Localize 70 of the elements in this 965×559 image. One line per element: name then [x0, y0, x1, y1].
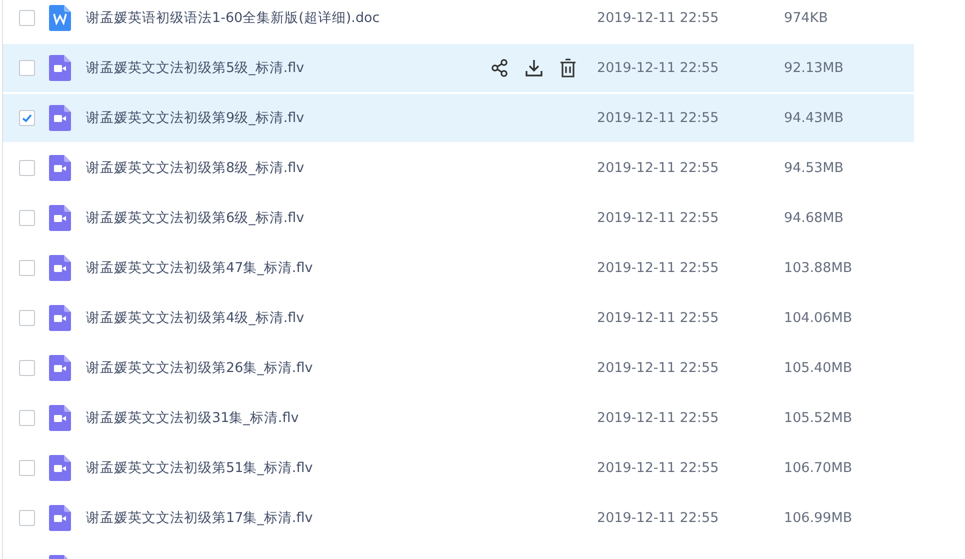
file-name[interactable]: 谢孟媛英文文法初级第51集_标清.flv	[86, 459, 490, 477]
download-icon[interactable]	[524, 58, 544, 78]
file-size: 106.70MB	[784, 460, 852, 476]
modified-date: 2019-12-11 22:55	[597, 160, 720, 176]
video-file-icon	[49, 155, 71, 181]
file-size: 106.99MB	[784, 510, 852, 526]
file-row[interactable]: 谢孟媛英文文法初级第8级_标清.flv 2019-12-11 22:55 94.53MB	[3, 144, 914, 192]
checkbox[interactable]	[19, 160, 35, 176]
video-file-icon	[49, 55, 71, 81]
file-row[interactable]: 谢孟媛英语初级语法1-60全集新版(超详细).doc 2019-12-11 22:55 974KB	[3, 0, 914, 42]
file-row[interactable]: 谢孟媛英文文法初级31集_标清.flv 2019-12-11 22:55 105.52MB	[3, 394, 914, 442]
checkbox[interactable]	[19, 60, 35, 76]
file-row[interactable]: 谢孟媛英文文法初级第4级_标清.flv 2019-12-11 22:55 104.06MB	[3, 294, 914, 342]
modified-date: 2019-12-11 22:55	[597, 360, 720, 376]
file-size: 94.68MB	[784, 210, 844, 226]
file-size: 103.88MB	[784, 260, 852, 276]
file-size: 105.52MB	[784, 410, 852, 426]
share-icon[interactable]	[490, 58, 510, 78]
modified-date: 2019-12-11 22:55	[597, 310, 720, 326]
file-name[interactable]: 谢孟媛英文文法初级第26集_标清.flv	[86, 359, 490, 377]
file-name[interactable]: 谢孟媛英文文法初级第4级_标清.flv	[86, 309, 490, 327]
file-size: 92.13MB	[784, 60, 844, 76]
checkbox[interactable]	[19, 10, 35, 26]
modified-date: 2019-12-11 22:55	[597, 210, 720, 226]
file-row[interactable]: 谢孟媛英文文法初级第9级_标清.flv 2019-12-11 22:55 94.43MB	[3, 94, 914, 142]
video-file-icon	[49, 105, 71, 131]
file-size: 105.40MB	[784, 360, 852, 376]
file-name[interactable]: 谢孟媛英文文法初级31集_标清.flv	[86, 409, 490, 427]
modified-date: 2019-12-11 22:55	[597, 110, 720, 126]
modified-date: 2019-12-11 22:55	[597, 510, 720, 526]
video-file-icon	[49, 455, 71, 481]
file-row[interactable]: 谢孟媛英文文法初级第47集_标清.flv 2019-12-11 22:55 103.88MB	[3, 244, 914, 292]
file-name[interactable]: 谢孟媛英文文法初级第6级_标清.flv	[86, 209, 490, 227]
file-row[interactable]: 谢孟媛英文文法初级第17集_标清.flv 2019-12-11 22:55 106.99MB	[3, 494, 914, 542]
modified-date: 2019-12-11 22:55	[597, 10, 720, 26]
video-file-icon	[49, 305, 71, 331]
file-row[interactable]: 谢孟媛英文文法初级第51集_标清.flv 2019-12-11 22:55 106.70MB	[3, 444, 914, 492]
file-size: 94.43MB	[784, 110, 844, 126]
checkbox[interactable]	[19, 410, 35, 426]
modified-date: 2019-12-11 22:55	[597, 460, 720, 476]
file-name[interactable]: 谢孟媛英文文法初级第5级_标清.flv	[86, 59, 490, 77]
video-file-icon	[49, 405, 71, 431]
modified-date: 2019-12-11 22:55	[597, 60, 720, 76]
checkbox[interactable]	[19, 460, 35, 476]
video-file-icon	[49, 505, 71, 531]
checkbox[interactable]	[19, 510, 35, 526]
video-file-icon	[49, 255, 71, 281]
file-row[interactable]: 谢孟媛英文文法初级第6级_标清.flv 2019-12-11 22:55 94.68MB	[3, 194, 914, 242]
modified-date: 2019-12-11 22:55	[597, 260, 720, 276]
checkbox[interactable]	[19, 210, 35, 226]
document-icon	[49, 5, 71, 31]
checkbox[interactable]	[19, 260, 35, 276]
checkmark-icon	[21, 112, 33, 124]
file-name[interactable]: 谢孟媛英语初级语法1-60全集新版(超详细).doc	[86, 9, 490, 27]
file-size: 104.06MB	[784, 310, 852, 326]
video-file-icon	[49, 205, 71, 231]
video-file-icon	[49, 355, 71, 381]
file-row[interactable]: 谢孟媛英文文法初级第5级_标清.flv 2019-12-11 22:55 92.13MB	[3, 44, 914, 92]
file-name[interactable]: 谢孟媛英文文法初级第47集_标清.flv	[86, 259, 490, 277]
checkbox[interactable]	[19, 360, 35, 376]
file-name[interactable]: 谢孟媛英文文法初级第8级_标清.flv	[86, 159, 490, 177]
file-size: 974KB	[784, 10, 828, 26]
file-size: 94.53MB	[784, 160, 844, 176]
file-row[interactable]: 谢孟媛英文文法初级第26集_标清.flv 2019-12-11 22:55 105.40MB	[3, 344, 914, 392]
file-name[interactable]: 谢孟媛英文文法初级第9级_标清.flv	[86, 109, 490, 127]
checkbox[interactable]	[19, 310, 35, 326]
modified-date: 2019-12-11 22:55	[597, 410, 720, 426]
checkbox[interactable]	[19, 110, 35, 126]
trash-icon[interactable]	[558, 58, 578, 78]
file-name[interactable]: 谢孟媛英文文法初级第17集_标清.flv	[86, 509, 490, 527]
